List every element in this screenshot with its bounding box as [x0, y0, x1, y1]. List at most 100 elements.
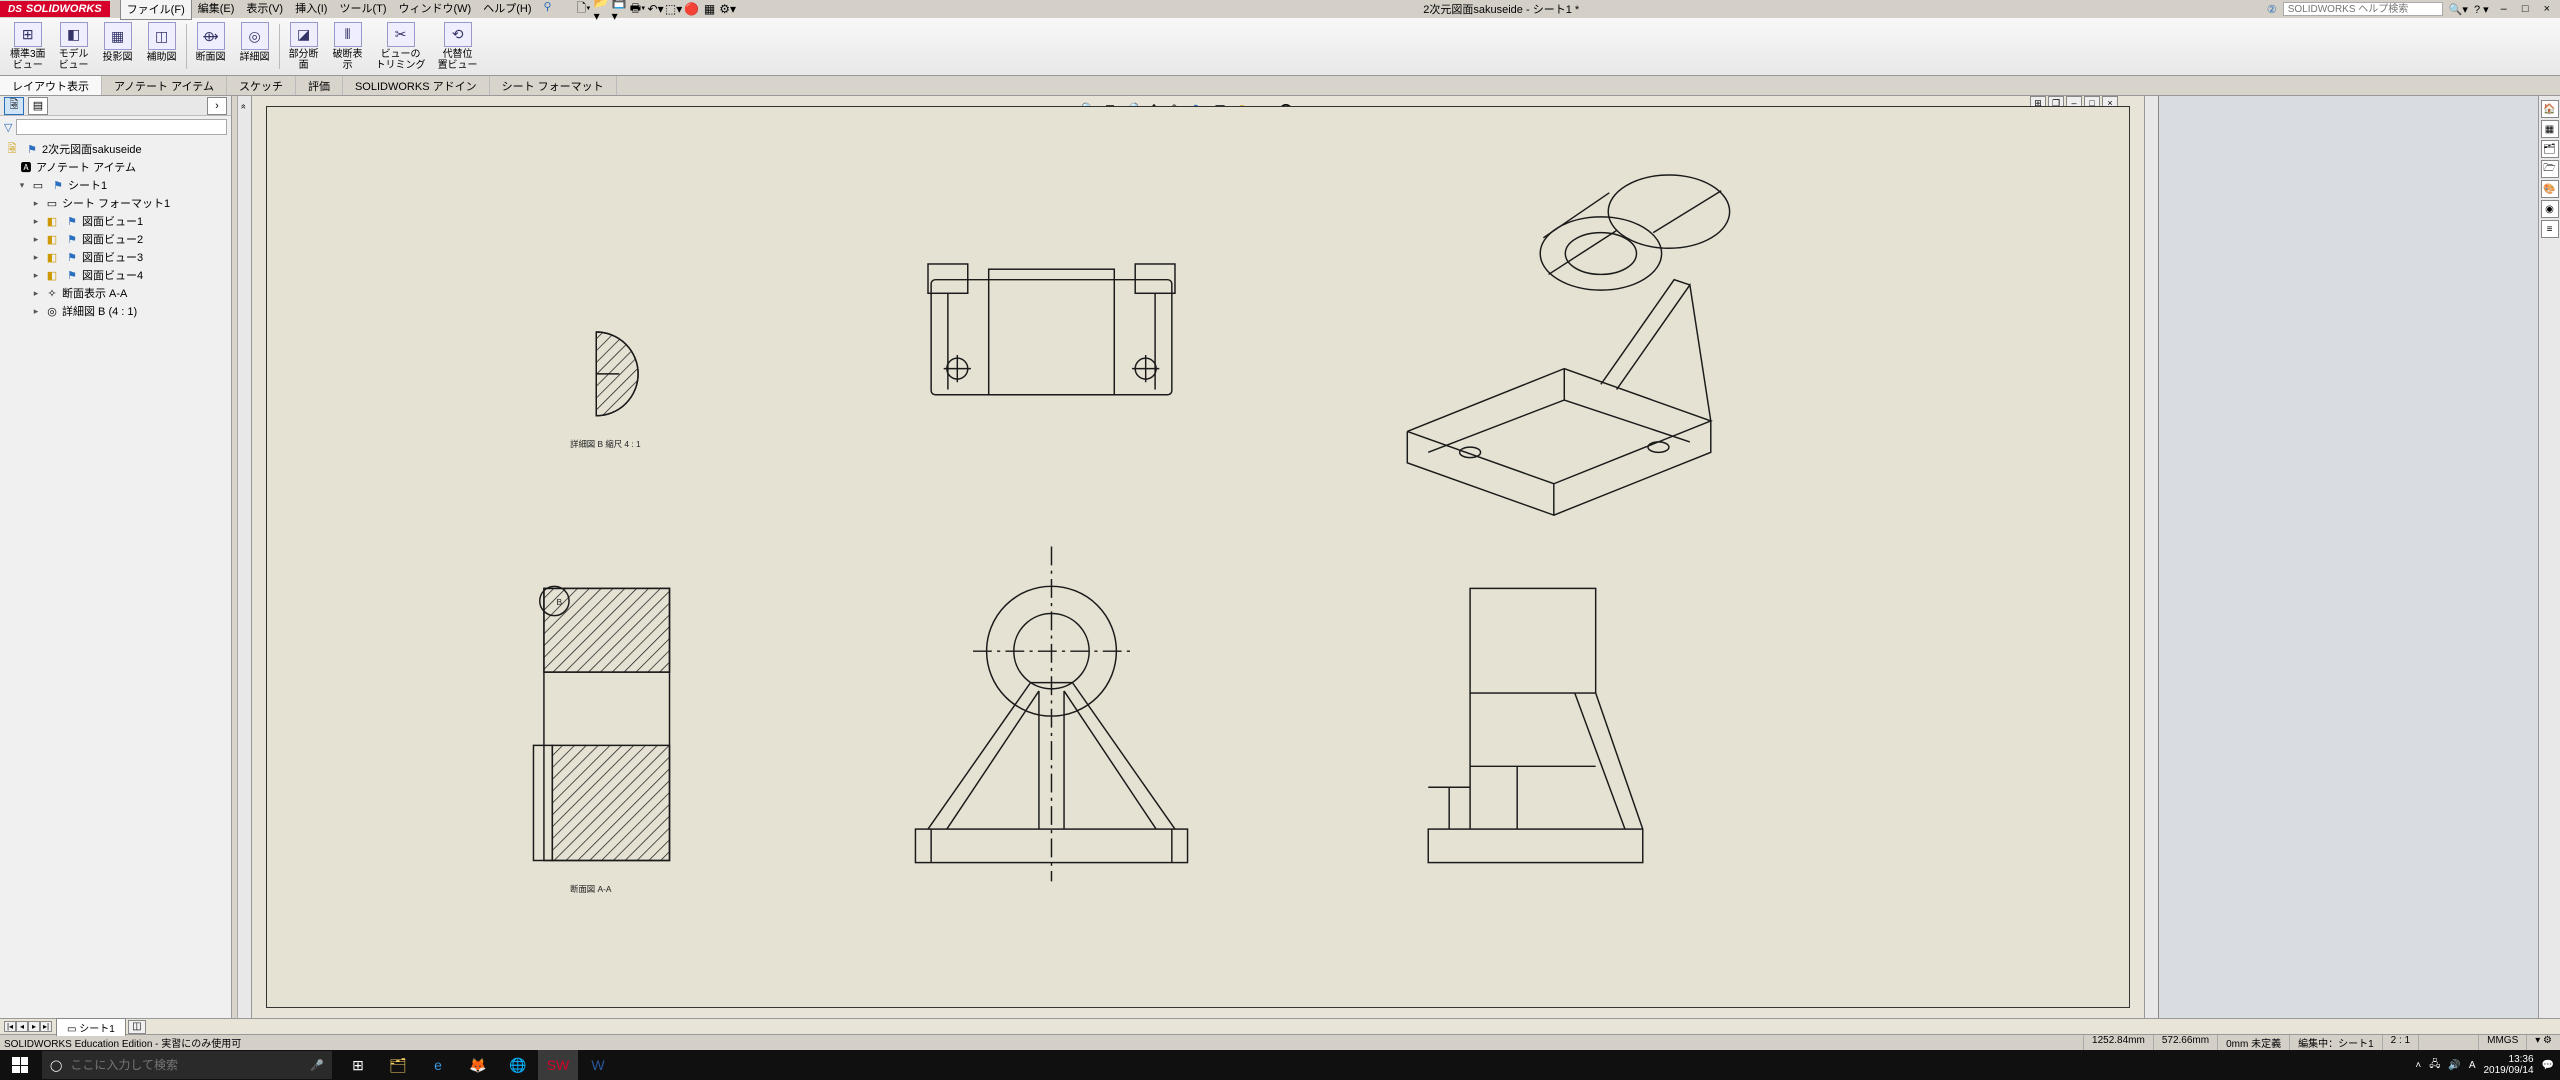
cortana-icon[interactable]: ◯	[50, 1059, 62, 1072]
status-scale[interactable]: 2 : 1	[2382, 1035, 2418, 1050]
tab-layout[interactable]: レイアウト表示	[0, 76, 102, 95]
tree-sheet-format[interactable]: ▸ ▭ シート フォーマット1	[2, 194, 229, 212]
menu-insert[interactable]: 挿入(I)	[289, 0, 333, 20]
search-icon[interactable]: 🔍▾	[2449, 3, 2468, 16]
collapsed-panel-right[interactable]	[2144, 96, 2158, 1018]
tree-detail-b[interactable]: ▸ ◎ 詳細図 B (4 : 1)	[2, 302, 229, 320]
menu-window[interactable]: ウィンドウ(W)	[393, 0, 478, 20]
drawing-canvas[interactable]: ⊞ ❐ – □ × 🔍 ⊡ 🔎 ✥ ✎ ↻ ▦ ◉ ▾ 👁 ▾	[252, 96, 2144, 1018]
sheet-first-icon[interactable]: |◂	[4, 1021, 16, 1032]
ribbon-projected-view[interactable]: ▦投影図	[96, 20, 140, 73]
tree-view3[interactable]: ▸ ◧ ⚑ 図面ビュー3	[2, 248, 229, 266]
taskpane-appearances-icon[interactable]: ◉	[2541, 200, 2559, 218]
start-button[interactable]	[0, 1050, 40, 1080]
tree-annotations[interactable]: 🅰 アノテート アイテム	[2, 158, 229, 176]
tray-volume-icon[interactable]: 🔊	[2448, 1060, 2460, 1071]
edge-icon[interactable]: e	[418, 1050, 458, 1080]
help-search-input[interactable]	[2283, 2, 2443, 16]
tree-sheet[interactable]: ▾ ▭ ⚑ シート1	[2, 176, 229, 194]
expander-icon[interactable]: ▸	[30, 252, 42, 263]
qat-undo-icon[interactable]: ↶▾	[648, 1, 664, 17]
close-button[interactable]: ×	[2538, 3, 2556, 15]
qat-rebuild-icon[interactable]: 🔴	[684, 1, 700, 17]
ribbon-model-view[interactable]: ◧モデル ビュー	[52, 20, 96, 73]
tray-chevron-icon[interactable]: ˄	[2415, 1060, 2421, 1071]
sheet-tab-1[interactable]: ▭ シート1	[56, 1018, 126, 1036]
drawing-sheet[interactable]: 詳細図 B 縮尺 4 : 1	[266, 106, 2130, 1008]
help-dropdown-icon[interactable]: ? ▾	[2474, 3, 2489, 16]
menu-help[interactable]: ヘルプ(H)	[477, 0, 537, 20]
add-sheet-button[interactable]: ◫	[128, 1020, 146, 1034]
qat-new-icon[interactable]: 🗋▾	[576, 1, 592, 17]
ribbon-auxiliary-view[interactable]: ◫補助図	[140, 20, 184, 73]
taskbar-search[interactable]: ◯ 🎤	[42, 1051, 332, 1079]
tray-network-icon[interactable]: 🖧	[2429, 1057, 2440, 1074]
ribbon-alternate-position[interactable]: ⟲代替位 置ビュー	[432, 20, 484, 73]
ribbon-standard-3view[interactable]: ⊞標準3面 ビュー	[4, 20, 52, 73]
tray-clock[interactable]: 13:36 2019/09/14	[2483, 1054, 2533, 1076]
collapsed-panel-left[interactable]: «	[238, 96, 252, 1018]
ribbon-crop-view[interactable]: ✂ビューの トリミング	[370, 20, 432, 73]
tree-view4[interactable]: ▸ ◧ ⚑ 図面ビュー4	[2, 266, 229, 284]
tab-evaluate[interactable]: 評価	[296, 76, 343, 95]
ribbon-section-view[interactable]: ⟴断面図	[189, 20, 233, 73]
property-tab-icon[interactable]: ▤	[28, 97, 48, 115]
chrome-icon[interactable]: 🌐	[498, 1050, 538, 1080]
qat-select-icon[interactable]: ⬚▾	[666, 1, 682, 17]
expander-icon[interactable]: ▾	[16, 180, 28, 191]
taskpane-resources-icon[interactable]: ▦	[2541, 120, 2559, 138]
mic-icon[interactable]: 🎤	[310, 1059, 324, 1072]
menu-view[interactable]: 表示(V)	[240, 0, 289, 20]
tree-view2[interactable]: ▸ ◧ ⚑ 図面ビュー2	[2, 230, 229, 248]
tab-addins[interactable]: SOLIDWORKS アドイン	[343, 76, 490, 95]
help-icon[interactable]: ②	[2267, 3, 2277, 16]
word-icon[interactable]: W	[578, 1050, 618, 1080]
tab-sheet-format[interactable]: シート フォーマット	[490, 76, 617, 95]
taskbar-search-input[interactable]	[70, 1058, 302, 1072]
ribbon-broken-out-section[interactable]: ◪部分断 面	[282, 20, 326, 73]
panel-expand-icon[interactable]: ›	[207, 97, 227, 115]
taskpane-view-palette-icon[interactable]: 🎨	[2541, 180, 2559, 198]
sheet-next-icon[interactable]: ▸	[28, 1021, 40, 1032]
minimize-button[interactable]: –	[2495, 3, 2513, 15]
taskpane-file-explorer-icon[interactable]: 🗁	[2541, 160, 2559, 178]
expander-icon[interactable]: ▸	[30, 288, 42, 299]
sheet-prev-icon[interactable]: ◂	[16, 1021, 28, 1032]
ribbon-break-view[interactable]: ⫴破断表 示	[326, 20, 370, 73]
taskpane-design-library-icon[interactable]: 🗂	[2541, 140, 2559, 158]
tab-sketch[interactable]: スケッチ	[227, 76, 296, 95]
maximize-button[interactable]: □	[2516, 3, 2535, 15]
expander-icon[interactable]: ▸	[30, 306, 42, 317]
qat-print-icon[interactable]: 🖶▾	[630, 1, 646, 17]
status-units[interactable]: MMGS	[2478, 1035, 2526, 1050]
tray-ime-icon[interactable]: A	[2469, 1060, 2476, 1071]
expander-icon[interactable]: ▸	[30, 234, 42, 245]
taskpane-custom-props-icon[interactable]: ≡	[2541, 220, 2559, 238]
tree-view1[interactable]: ▸ ◧ ⚑ 図面ビュー1	[2, 212, 229, 230]
feature-tree-tab-icon[interactable]: 🗟	[4, 97, 24, 115]
taskpane-home-icon[interactable]: 🏠	[2541, 100, 2559, 118]
file-explorer-icon[interactable]: 🗂	[378, 1050, 418, 1080]
tree-filter-input[interactable]	[16, 119, 227, 135]
ribbon-detail-view[interactable]: ◎詳細図	[233, 20, 277, 73]
menu-tools[interactable]: ツール(T)	[333, 0, 392, 20]
expander-icon[interactable]: ▸	[30, 270, 42, 281]
menu-edit[interactable]: 編集(E)	[192, 0, 241, 20]
firefox-icon[interactable]: 🦊	[458, 1050, 498, 1080]
solidworks-app-icon[interactable]: SW	[538, 1050, 578, 1080]
filter-icon[interactable]: ▽	[4, 121, 12, 134]
menu-pin-icon[interactable]: ⚲	[538, 0, 558, 20]
expander-icon[interactable]: ▸	[30, 216, 42, 227]
status-editing[interactable]: 編集中：シート1	[2289, 1035, 2382, 1050]
tab-annotation[interactable]: アノテート アイテム	[102, 76, 227, 95]
action-center-icon[interactable]: 💬	[2542, 1060, 2554, 1071]
task-view-icon[interactable]: ⊞	[338, 1050, 378, 1080]
status-extra-icon[interactable]: ▾ ⚙	[2526, 1035, 2560, 1050]
menu-file[interactable]: ファイル(F)	[120, 0, 192, 20]
qat-save-icon[interactable]: 💾▾	[612, 1, 628, 17]
sheet-last-icon[interactable]: ▸|	[40, 1021, 52, 1032]
qat-options-icon[interactable]: ▦	[702, 1, 718, 17]
qat-open-icon[interactable]: 📂▾	[594, 1, 610, 17]
qat-settings-icon[interactable]: ⚙▾	[720, 1, 736, 17]
tree-root[interactable]: 🗟 ⚑ 2次元図面sakuseide	[2, 140, 229, 158]
